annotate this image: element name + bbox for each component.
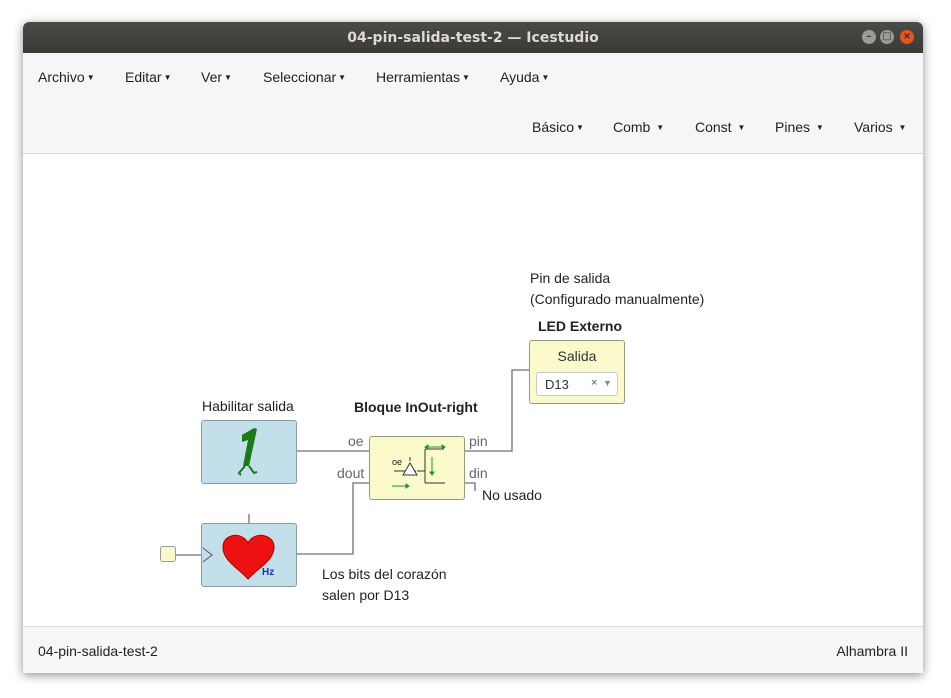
inout-block[interactable]: oe: [369, 436, 465, 500]
menu-pines[interactable]: Pines ▼: [775, 119, 824, 135]
pin-select-value: D13: [545, 377, 569, 392]
caret-down-icon: ▼: [737, 123, 746, 132]
minimize-button[interactable]: –: [862, 30, 876, 44]
output-pin-title: LED Externo: [538, 318, 623, 334]
constant-1-icon: [237, 428, 258, 476]
caret-down-icon: ▼: [462, 73, 470, 82]
caret-down-icon: ▼: [898, 123, 907, 132]
enable-block[interactable]: [201, 420, 297, 484]
caret-down-icon: ▼: [86, 73, 95, 82]
clock-input-port[interactable]: [160, 546, 176, 562]
clear-icon[interactable]: ×: [591, 377, 597, 389]
output-comment-line2: (Configurado manualmente): [530, 291, 705, 307]
enable-block-label: Habilitar salida: [202, 398, 294, 414]
menu-archivo[interactable]: Archivo ▼: [38, 69, 95, 85]
menu-varios[interactable]: Varios ▼: [854, 119, 906, 135]
board-name[interactable]: Alhambra II: [836, 643, 908, 659]
project-name: 04-pin-salida-test-2: [38, 643, 158, 659]
caret-down-icon: ▼: [338, 73, 347, 82]
menu-basico-label: Básico: [532, 119, 575, 135]
menu-const[interactable]: Const ▼: [695, 119, 745, 135]
status-bar: 04-pin-salida-test-2 Alhambra II: [23, 626, 923, 673]
caret-down-icon: ▼: [576, 123, 584, 132]
menu-comb[interactable]: Comb ▼: [613, 119, 664, 135]
wire-layer: [171, 369, 529, 556]
design-canvas[interactable]: Pin de salida (Configurado manualmente) …: [23, 154, 923, 626]
heart-icon: Hz: [202, 534, 275, 580]
caret-down-icon: ▼: [224, 73, 232, 82]
menu-seleccionar-label: Seleccionar: [263, 69, 337, 85]
heart-note-line2: salen por D13: [322, 587, 410, 603]
menu-herramientas-label: Herramientas: [376, 69, 461, 85]
caret-down-icon: ▼: [656, 123, 665, 132]
wire-dout[interactable]: [297, 482, 369, 555]
title-bar: 04-pin-salida-test-2 — Icestudio – □ ×: [23, 22, 923, 53]
menu-archivo-label: Archivo: [38, 69, 85, 85]
menu-editar-label: Editar: [125, 69, 162, 85]
port-dout-label: dout: [337, 465, 365, 481]
output-pin-label: Salida: [557, 348, 597, 364]
port-oe-label: oe: [348, 433, 364, 449]
menu-pines-label: Pines: [775, 119, 811, 135]
close-button[interactable]: ×: [900, 30, 914, 44]
maximize-button[interactable]: □: [880, 30, 894, 44]
menu-ver-label: Ver: [201, 69, 223, 85]
output-comment-line1: Pin de salida: [530, 270, 611, 286]
menu-varios-label: Varios: [854, 119, 893, 135]
din-note: No usado: [482, 487, 542, 503]
tristate-buffer-icon: oe: [392, 444, 446, 489]
chevron-down-icon[interactable]: ▼: [603, 378, 612, 388]
heart-block[interactable]: Hz: [201, 523, 297, 587]
menu-ayuda-label: Ayuda: [500, 69, 540, 85]
app-window: 04-pin-salida-test-2 — Icestudio – □ × A…: [23, 22, 923, 673]
pin-select[interactable]: D13 × ▼: [536, 372, 618, 396]
caret-down-icon: ▼: [163, 73, 172, 82]
caret-down-icon: ▼: [541, 73, 550, 82]
wire-din-stub: [465, 482, 476, 491]
menu-ver[interactable]: Ver ▼: [201, 69, 232, 85]
inout-block-title: Bloque InOut-right: [354, 399, 478, 415]
menu-basico[interactable]: Básico ▼: [532, 119, 584, 135]
menu-seleccionar[interactable]: Seleccionar ▼: [263, 69, 346, 85]
menu-ayuda[interactable]: Ayuda ▼: [500, 69, 549, 85]
caret-down-icon: ▼: [815, 123, 824, 132]
menu-bar: Archivo ▼ Editar ▼ Ver ▼ Seleccionar ▼ Herra…: [23, 53, 923, 154]
menu-herramientas[interactable]: Herramientas ▼: [376, 69, 470, 85]
menu-const-label: Const: [695, 119, 732, 135]
menu-editar[interactable]: Editar ▼: [125, 69, 172, 85]
port-din-label: din: [469, 465, 488, 481]
heart-note-line1: Los bits del corazón: [322, 566, 447, 582]
heart-unit-label: Hz: [262, 567, 274, 578]
output-pin-block[interactable]: Salida D13 × ▼: [529, 340, 625, 404]
menu-comb-label: Comb: [613, 119, 651, 135]
inout-inner-label: oe: [392, 457, 402, 467]
window-title: 04-pin-salida-test-2 — Icestudio: [347, 30, 599, 46]
port-pin-label: pin: [469, 433, 488, 449]
